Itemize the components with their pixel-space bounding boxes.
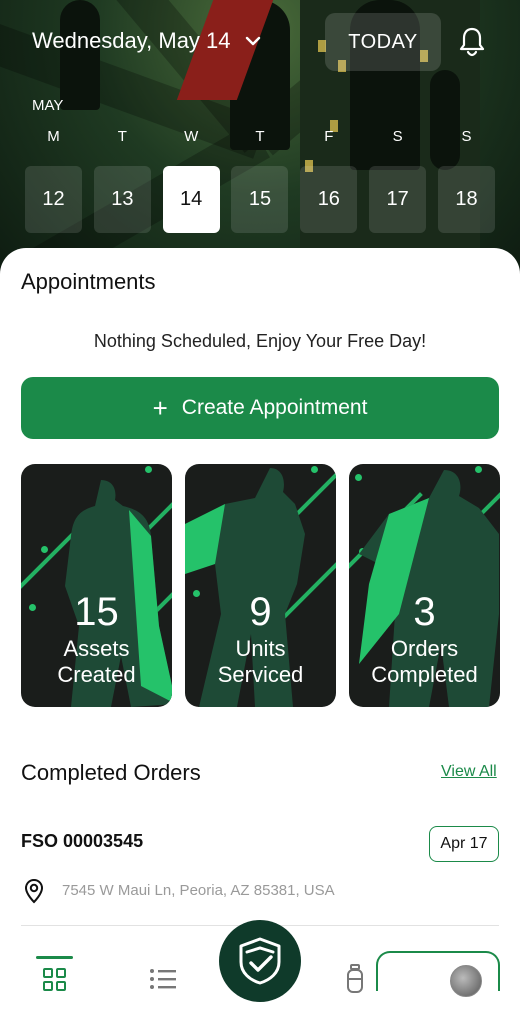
month-label: MAY: [32, 97, 64, 114]
stat-label: Orders Completed: [371, 636, 478, 687]
stat-value: 3: [413, 590, 436, 634]
day-cell[interactable]: 17: [369, 166, 427, 233]
weekday-row: M T W T F S S: [25, 128, 495, 145]
stat-label: Units Serviced: [217, 636, 304, 687]
order-id[interactable]: FSO 00003545: [21, 831, 143, 852]
avatar[interactable]: [450, 965, 482, 997]
day-cell[interactable]: 13: [93, 166, 151, 233]
tank-icon[interactable]: [346, 964, 364, 994]
center-action-button[interactable]: [219, 920, 301, 1002]
weekday-label: W: [184, 128, 199, 145]
completed-orders-title: Completed Orders: [21, 760, 201, 785]
list-icon[interactable]: [149, 968, 177, 990]
stat-card-orders[interactable]: 3 Orders Completed: [349, 464, 500, 707]
stat-value: 9: [249, 590, 272, 634]
create-appointment-label: Create Appointment: [181, 396, 368, 419]
empty-schedule-message: Nothing Scheduled, Enjoy Your Free Day!: [93, 331, 427, 351]
appointments-title: Appointments: [21, 269, 156, 294]
stat-card-units[interactable]: 9 Units Serviced: [185, 464, 336, 707]
weekday-label: M: [47, 128, 60, 145]
day-cell[interactable]: 12: [25, 166, 82, 233]
plus-icon: +: [152, 393, 168, 423]
date-selector[interactable]: Wednesday, May 14: [32, 28, 261, 54]
grid-icon[interactable]: [43, 968, 66, 991]
weekday-label: S: [392, 128, 403, 145]
day-cell-selected[interactable]: 14: [162, 166, 220, 233]
today-button[interactable]: TODAY: [325, 13, 441, 71]
stat-value: 15: [74, 590, 119, 634]
current-date-label: Wednesday, May 14: [32, 28, 231, 53]
order-address: 7545 W Maui Ln, Peoria, AZ 85381, USA: [62, 882, 335, 899]
bell-icon[interactable]: [455, 24, 489, 58]
day-strip: 12 13 14 15 16 17 18: [25, 166, 495, 233]
day-cell[interactable]: 15: [231, 166, 289, 233]
shield-check-icon: [239, 937, 281, 985]
location-pin-icon: [24, 878, 44, 904]
day-cell[interactable]: 18: [437, 166, 495, 233]
weekday-label: T: [255, 128, 265, 145]
nav-active-indicator: [36, 956, 73, 959]
order-date-badge: Apr 17: [429, 826, 499, 862]
stat-label: Assets Created: [57, 636, 136, 687]
weekday-label: S: [461, 128, 472, 145]
weekday-label: F: [324, 128, 334, 145]
view-all-link[interactable]: View All: [441, 763, 497, 781]
day-cell[interactable]: 16: [300, 166, 358, 233]
create-appointment-button[interactable]: + Create Appointment: [21, 377, 499, 439]
chevron-down-icon: [245, 36, 260, 46]
weekday-label: T: [117, 128, 127, 145]
stat-card-assets[interactable]: 15 Assets Created: [21, 464, 172, 707]
